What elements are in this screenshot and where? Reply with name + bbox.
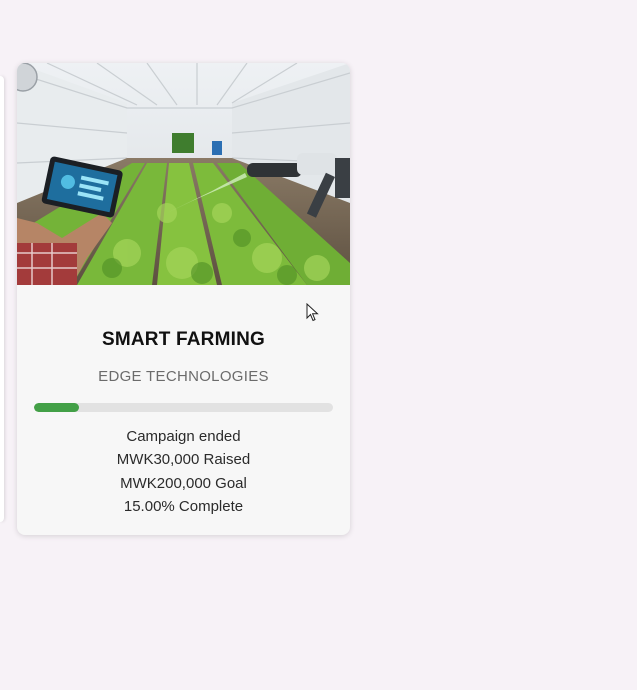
funding-goal: MWK200,000 Goal <box>120 474 247 492</box>
amount-raised: MWK30,000 Raised <box>116 451 251 469</box>
page: SMART FARMING EDGE TECHNOLOGIES Campaign… <box>0 0 637 690</box>
percent-complete: 15.00% Complete <box>123 497 244 515</box>
campaign-title[interactable]: SMART FARMING <box>17 329 350 351</box>
campaign-card[interactable]: SMART FARMING EDGE TECHNOLOGIES Campaign… <box>17 63 350 535</box>
funding-progress-bar <box>34 403 333 412</box>
arrow-pointer-icon <box>306 303 319 322</box>
previous-campaign-card-edge[interactable] <box>0 76 4 522</box>
funding-progress-fill <box>34 403 79 412</box>
campaign-stats: Campaign ended MWK30,000 Raised MWK200,0… <box>17 425 350 518</box>
campaign-image[interactable] <box>17 63 350 285</box>
campaign-organization: EDGE TECHNOLOGIES <box>98 368 269 385</box>
campaign-status: Campaign ended <box>126 428 241 445</box>
